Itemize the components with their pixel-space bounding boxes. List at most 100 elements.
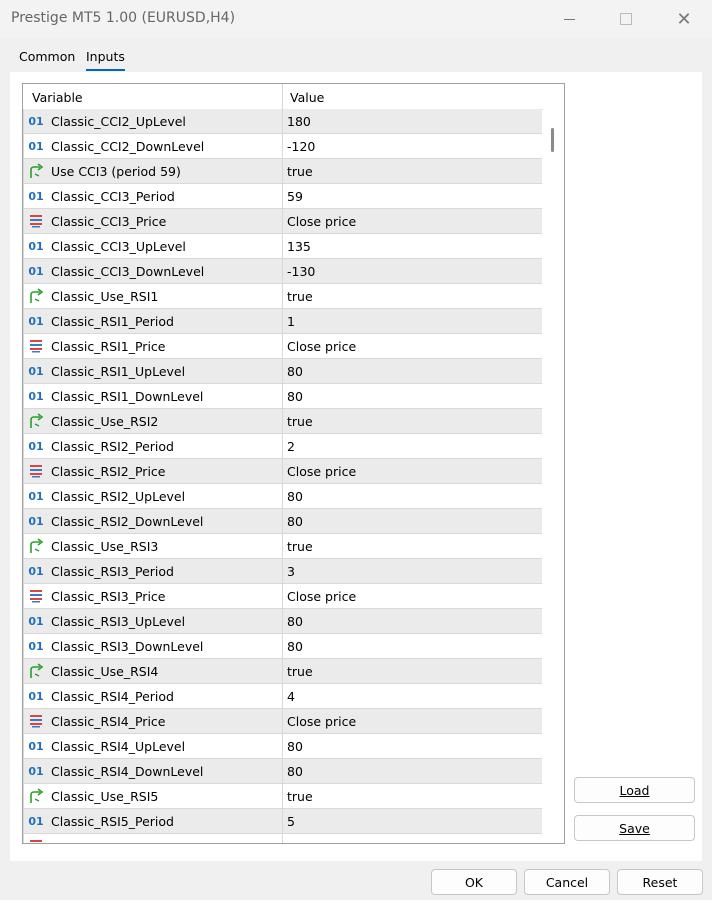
cell-divider xyxy=(282,384,283,408)
table-row[interactable]: 01 Classic_RSI1_UpLevel 80 xyxy=(23,359,542,384)
variable-value[interactable]: 80 xyxy=(287,739,303,754)
variable-value[interactable]: true xyxy=(287,289,313,304)
table-row[interactable]: 01 Classic_RSI5_Period 5 xyxy=(23,809,542,834)
ok-button[interactable]: OK xyxy=(431,869,517,895)
tab-common[interactable]: Common xyxy=(19,49,75,64)
integer-icon: 01 xyxy=(28,439,44,453)
column-header-variable[interactable]: Variable xyxy=(32,90,83,105)
column-header-value[interactable]: Value xyxy=(290,90,324,105)
integer-icon: 01 xyxy=(28,764,44,778)
table-row[interactable]: 01 Classic_RSI3_DownLevel 80 xyxy=(23,634,542,659)
table-row[interactable]: 01 Classic_CCI2_DownLevel -120 xyxy=(23,134,542,159)
maximize-button[interactable] xyxy=(597,0,655,38)
scrollbar-thumb[interactable] xyxy=(551,128,554,152)
table-row[interactable]: Classic_RSI2_Price Close price xyxy=(23,459,542,484)
cell-divider xyxy=(282,334,283,358)
table-row[interactable]: 01 Classic_RSI4_UpLevel 80 xyxy=(23,734,542,759)
variable-value[interactable]: true xyxy=(287,414,313,429)
table-row[interactable]: Use CCI3 (period 59) true xyxy=(23,159,542,184)
variable-value[interactable]: 2 xyxy=(287,439,295,454)
minimize-button[interactable] xyxy=(540,0,598,38)
variable-value[interactable]: Close price xyxy=(287,339,356,354)
variable-value[interactable]: 80 xyxy=(287,389,303,404)
variable-value[interactable]: true xyxy=(287,539,313,554)
table-row[interactable]: Classic_Use_RSI5 true xyxy=(23,784,542,809)
variable-value[interactable]: true xyxy=(287,789,313,804)
cell-divider xyxy=(282,259,283,283)
variable-value[interactable]: Close price xyxy=(287,214,356,229)
table-row[interactable]: Classic_Use_RSI1 true xyxy=(23,284,542,309)
variable-name: Classic_RSI4_DownLevel xyxy=(51,764,204,779)
table-row[interactable]: 01 Classic_CCI3_UpLevel 135 xyxy=(23,234,542,259)
variable-name: Classic_RSI5_Period xyxy=(51,814,174,829)
table-row[interactable]: 01 Classic_RSI1_Period 1 xyxy=(23,309,542,334)
table-row[interactable]: 01 Classic_CCI2_UpLevel 180 xyxy=(23,109,542,134)
cell-divider xyxy=(282,184,283,208)
tab-inputs[interactable]: Inputs xyxy=(86,49,125,71)
variable-value[interactable]: 59 xyxy=(287,189,303,204)
table-row[interactable]: 01 Classic_RSI4_Period 4 xyxy=(23,684,542,709)
variable-value[interactable]: 80 xyxy=(287,489,303,504)
load-button[interactable]: Load xyxy=(574,777,695,803)
window-title: Prestige MT5 1.00 (EURUSD,H4) xyxy=(11,10,236,26)
table-row[interactable]: Classic_RSI3_Price Close price xyxy=(23,584,542,609)
reset-button[interactable]: Reset xyxy=(617,869,703,895)
variable-value[interactable]: 80 xyxy=(287,514,303,529)
table-row[interactable]: Classic_RSI4_Price Close price xyxy=(23,709,542,734)
variable-value[interactable]: -130 xyxy=(287,264,315,279)
variable-value[interactable]: Close price xyxy=(287,464,356,479)
table-row[interactable]: 01 Classic_RSI1_DownLevel 80 xyxy=(23,384,542,409)
table-row[interactable]: 01 Classic_RSI3_UpLevel 80 xyxy=(23,609,542,634)
table-row[interactable]: Classic_RSI1_Price Close price xyxy=(23,334,542,359)
table-row[interactable] xyxy=(23,834,542,843)
variable-value[interactable]: -120 xyxy=(287,139,315,154)
variable-name: Classic_RSI2_UpLevel xyxy=(51,489,186,504)
variable-value[interactable]: true xyxy=(287,664,313,679)
vertical-scrollbar[interactable] xyxy=(543,84,563,843)
table-row[interactable]: 01 Classic_RSI4_DownLevel 80 xyxy=(23,759,542,784)
variable-value[interactable]: 135 xyxy=(287,239,311,254)
bool-arrow-icon xyxy=(27,413,45,429)
variable-value[interactable]: true xyxy=(287,164,313,179)
tab-bar: Common Inputs xyxy=(0,38,712,72)
cell-divider xyxy=(282,359,283,383)
variable-value[interactable]: 80 xyxy=(287,364,303,379)
save-button[interactable]: Save xyxy=(574,815,695,841)
table-row[interactable]: 01 Classic_RSI2_UpLevel 80 xyxy=(23,484,542,509)
enum-icon xyxy=(27,588,45,604)
table-row[interactable]: 01 Classic_RSI2_DownLevel 80 xyxy=(23,509,542,534)
integer-icon: 01 xyxy=(28,389,44,403)
variable-name: Classic_RSI2_Period xyxy=(51,439,174,454)
variable-name: Classic_RSI4_UpLevel xyxy=(51,739,186,754)
variable-name: Classic_RSI1_Price xyxy=(51,339,166,354)
table-row[interactable]: 01 Classic_RSI2_Period 2 xyxy=(23,434,542,459)
close-button[interactable]: ✕ xyxy=(655,0,712,38)
bool-arrow-icon xyxy=(27,788,45,804)
maximize-icon xyxy=(620,13,632,25)
variable-value[interactable]: 5 xyxy=(287,814,295,829)
variable-value[interactable]: Close price xyxy=(287,714,356,729)
column-divider[interactable] xyxy=(282,84,283,109)
variable-name: Classic_Use_RSI3 xyxy=(51,539,159,554)
integer-icon: 01 xyxy=(28,239,44,253)
table-row[interactable]: 01 Classic_CCI3_Period 59 xyxy=(23,184,542,209)
variable-name: Classic_RSI1_UpLevel xyxy=(51,364,186,379)
variable-value[interactable]: 80 xyxy=(287,764,303,779)
table-row[interactable]: Classic_Use_RSI2 true xyxy=(23,409,542,434)
variable-value[interactable]: 1 xyxy=(287,314,295,329)
variable-value[interactable]: Close price xyxy=(287,589,356,604)
table-row[interactable]: Classic_Use_RSI4 true xyxy=(23,659,542,684)
variable-value[interactable]: 80 xyxy=(287,614,303,629)
variable-value[interactable]: 80 xyxy=(287,639,303,654)
variable-value[interactable]: 180 xyxy=(287,114,311,129)
table-row[interactable]: 01 Classic_CCI3_DownLevel -130 xyxy=(23,259,542,284)
variable-name: Classic_RSI4_Period xyxy=(51,689,174,704)
variable-value[interactable]: 3 xyxy=(287,564,295,579)
variable-name: Classic_CCI3_UpLevel xyxy=(51,239,186,254)
variable-value[interactable]: 4 xyxy=(287,689,295,704)
enum-icon xyxy=(27,463,45,479)
cancel-button[interactable]: Cancel xyxy=(524,869,610,895)
table-row[interactable]: 01 Classic_RSI3_Period 3 xyxy=(23,559,542,584)
table-row[interactable]: Classic_CCI3_Price Close price xyxy=(23,209,542,234)
table-row[interactable]: Classic_Use_RSI3 true xyxy=(23,534,542,559)
